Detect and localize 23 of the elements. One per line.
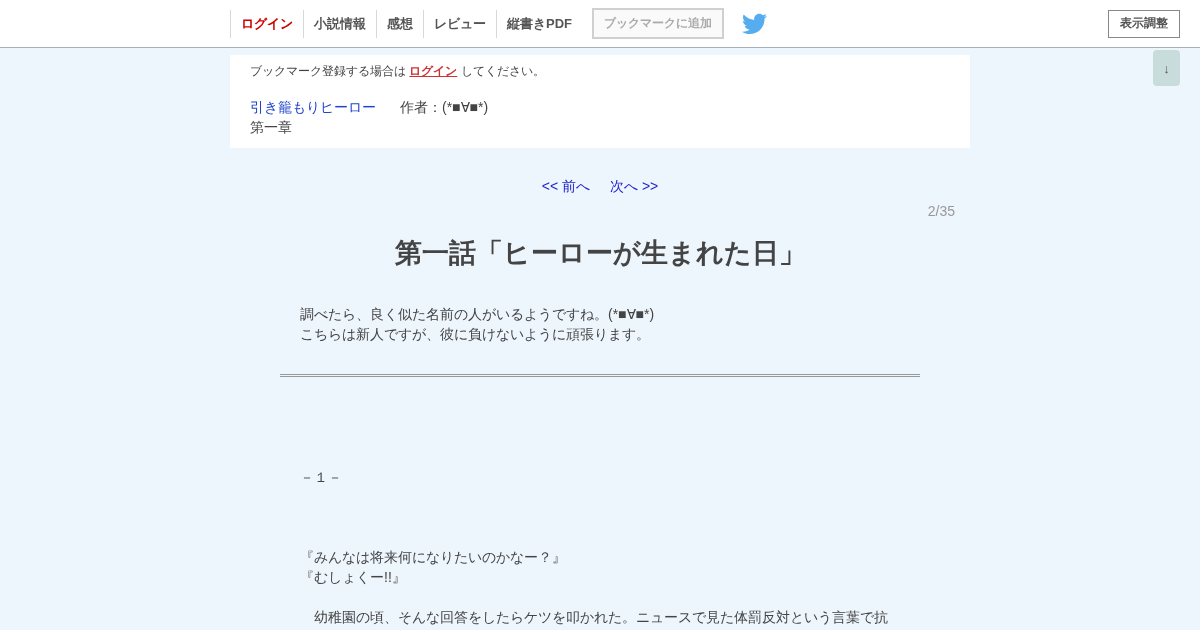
bird-icon[interactable] (742, 13, 767, 34)
scroll-down-button[interactable]: ↓ (1153, 50, 1180, 86)
nav-link[interactable]: ログイン (230, 9, 303, 38)
body-text: 幼稚園の頃、そんな回答をしたらケツを叩かれた。ニュースで見た体罰反対という言葉で抗 (313, 608, 888, 627)
next-link[interactable]: 次へ >> (610, 176, 659, 196)
chapter-name: 第一章 (250, 118, 292, 137)
novel-title-link[interactable]: 引き籠もりヒーロー (250, 97, 376, 117)
page-count: 2/35 (927, 202, 955, 221)
login-link[interactable]: ログイン (409, 64, 458, 78)
body-text: 『むしょくー!!』 (300, 568, 406, 587)
display-settings-button[interactable]: 表示調整 (1108, 9, 1180, 38)
author-name: 作者：(*■∀■*) (400, 98, 489, 117)
nav-link[interactable]: レビュー (423, 9, 496, 38)
preface-text: 調べたら、良く似た名前の人がいるようですね。(*■∀■*) (300, 305, 655, 324)
body-text: 『みんなは将来何になりたいのかなー？』 (300, 548, 566, 567)
bookmark-notice: ブックマーク登録する場合は ログイン してください。 (250, 63, 545, 79)
body-text: －１－ (300, 468, 342, 487)
previous-link[interactable]: << 前へ (541, 176, 590, 196)
episode-title: 第一話「ヒーローが生まれた日」 (394, 237, 806, 270)
nav-link[interactable]: 感想 (376, 9, 423, 38)
nav-link[interactable]: 縦書きPDF (496, 9, 582, 38)
preface-text: こちらは新人ですが、彼に負けないように頑張ります。 (300, 325, 650, 344)
nav-link[interactable]: 小説情報 (303, 9, 376, 38)
